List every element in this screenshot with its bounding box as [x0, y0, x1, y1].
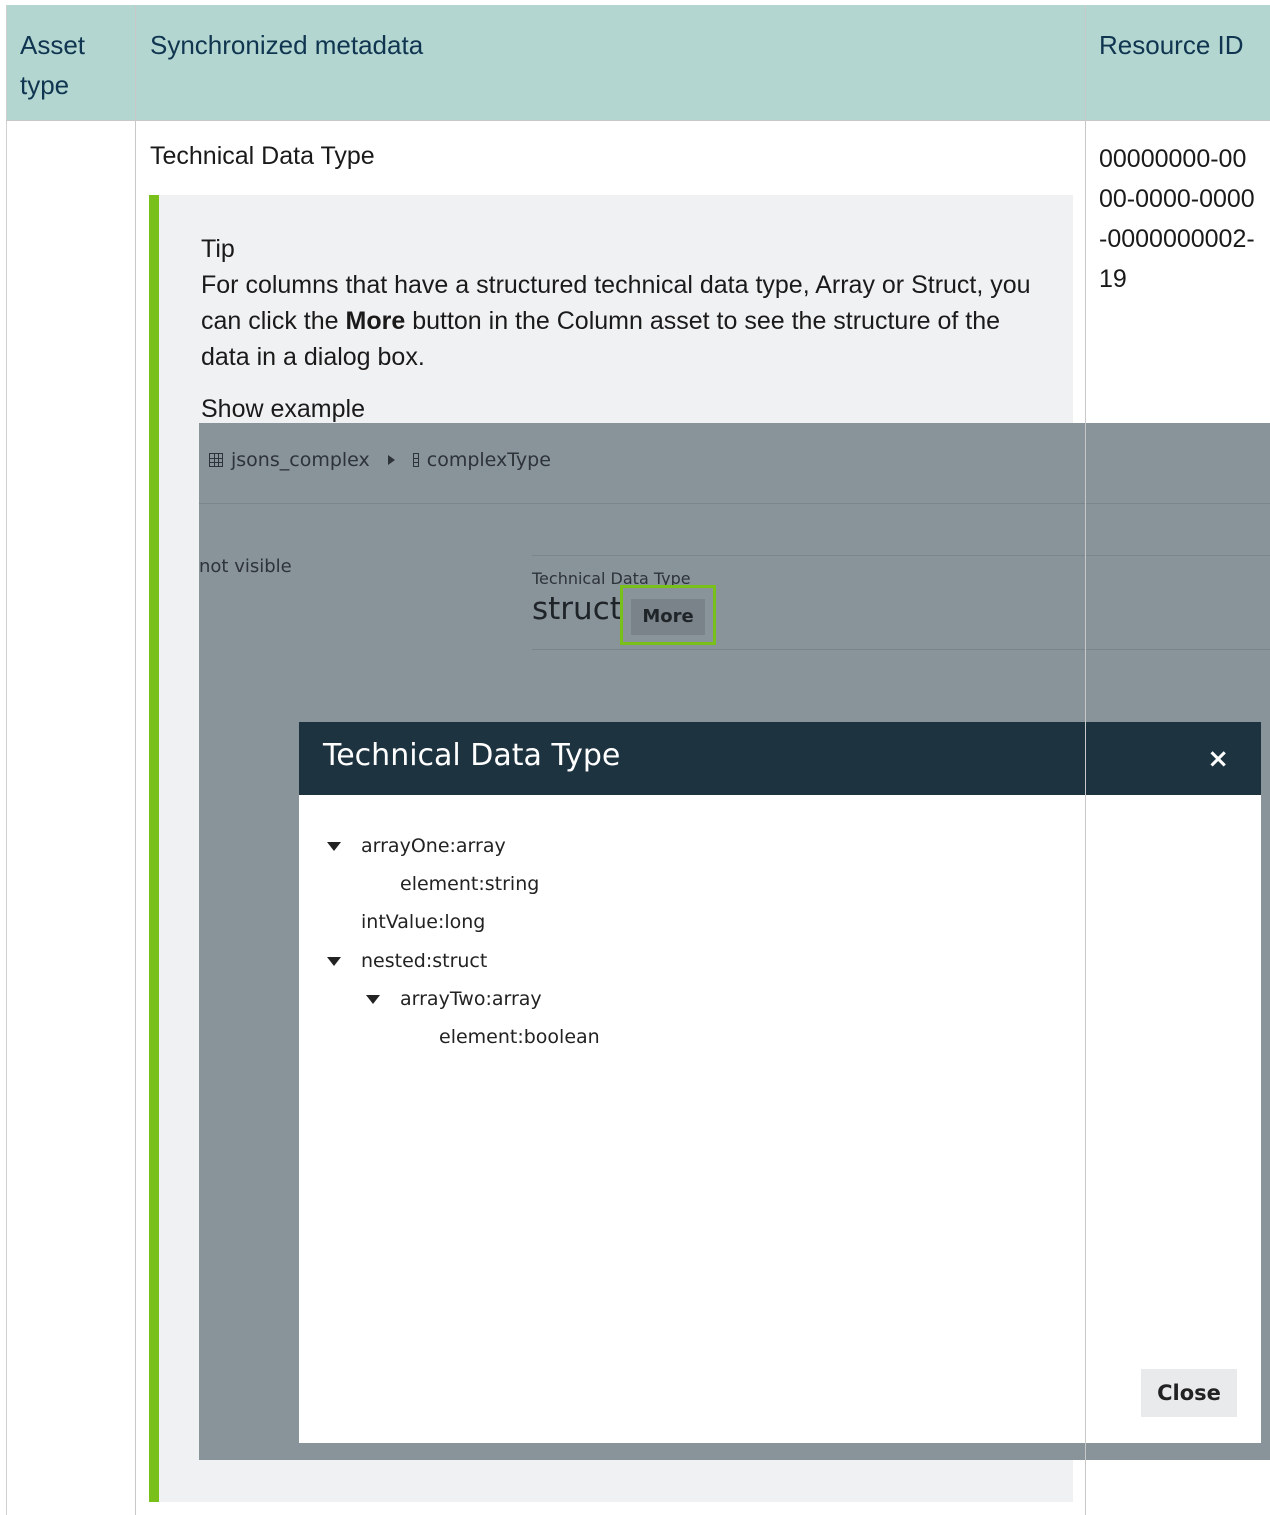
caret-down-icon[interactable] [327, 841, 341, 851]
example-screenshot: jsons_complex complexType not visible Te… [199, 423, 1270, 1460]
table-icon [209, 453, 223, 467]
row-divider [6, 120, 1270, 121]
not-visible-text: not visible [199, 556, 292, 577]
caret-right-icon [387, 455, 395, 465]
tree-item: element:string [400, 873, 539, 895]
header-asset-type: Asset type [20, 30, 86, 100]
close-button[interactable]: Close [1141, 1369, 1237, 1417]
table-header-row: Asset type Synchronized metadata Resourc… [6, 5, 1270, 120]
highlight-box [620, 585, 716, 645]
tree-item-label: nested:struct [361, 950, 488, 972]
tip-accent-bar [149, 195, 159, 1502]
divider [532, 649, 1270, 650]
tree-item-label: arrayOne:array [361, 835, 506, 857]
tree-item-label: arrayTwo:array [400, 988, 542, 1010]
column-divider-overlay [1085, 423, 1086, 1463]
breadcrumb: jsons_complex complexType [209, 449, 551, 471]
metadata-title: Technical Data Type [150, 142, 375, 170]
column-divider [135, 5, 136, 1515]
metadata-table: Asset type Synchronized metadata Resourc… [6, 5, 1270, 1515]
tree-item-label: intValue:long [361, 911, 486, 933]
tip-text: For columns that have a structured techn… [201, 267, 1041, 375]
column-icon [412, 453, 419, 467]
breadcrumb-column[interactable]: complexType [427, 449, 551, 471]
dialog-header: Technical Data Type × [299, 722, 1261, 795]
technical-data-type-dialog: Technical Data Type × arrayOne:array ele… [299, 722, 1261, 1443]
tip-label: Tip [201, 235, 235, 263]
resource-id-value: 00000000-0000-0000-0000-0000000002-19 [1099, 145, 1255, 293]
field-value: struct [532, 591, 622, 627]
tree-item[interactable]: arrayTwo:array [366, 988, 542, 1010]
caret-down-icon[interactable] [366, 994, 380, 1004]
tree-item[interactable]: arrayOne:array [327, 835, 506, 857]
caret-down-icon[interactable] [327, 956, 341, 966]
breadcrumb-table[interactable]: jsons_complex [231, 449, 370, 471]
tree-item: intValue:long [361, 911, 485, 933]
divider [532, 555, 1270, 556]
dialog-title: Technical Data Type [323, 738, 621, 773]
tip-text-bold: More [345, 307, 406, 335]
close-icon[interactable]: × [1207, 744, 1229, 774]
tree-item-label: element:boolean [439, 1026, 600, 1048]
header-synchronized-metadata: Synchronized metadata [150, 30, 424, 60]
tree-item-label: element:string [400, 873, 540, 895]
tree-item: element:boolean [439, 1026, 600, 1048]
show-example-link[interactable]: Show example [201, 391, 365, 427]
divider [199, 503, 1270, 504]
tree-item[interactable]: nested:struct [327, 950, 487, 972]
header-resource-id: Resource ID [1099, 30, 1244, 60]
table-border-left [6, 5, 7, 1515]
